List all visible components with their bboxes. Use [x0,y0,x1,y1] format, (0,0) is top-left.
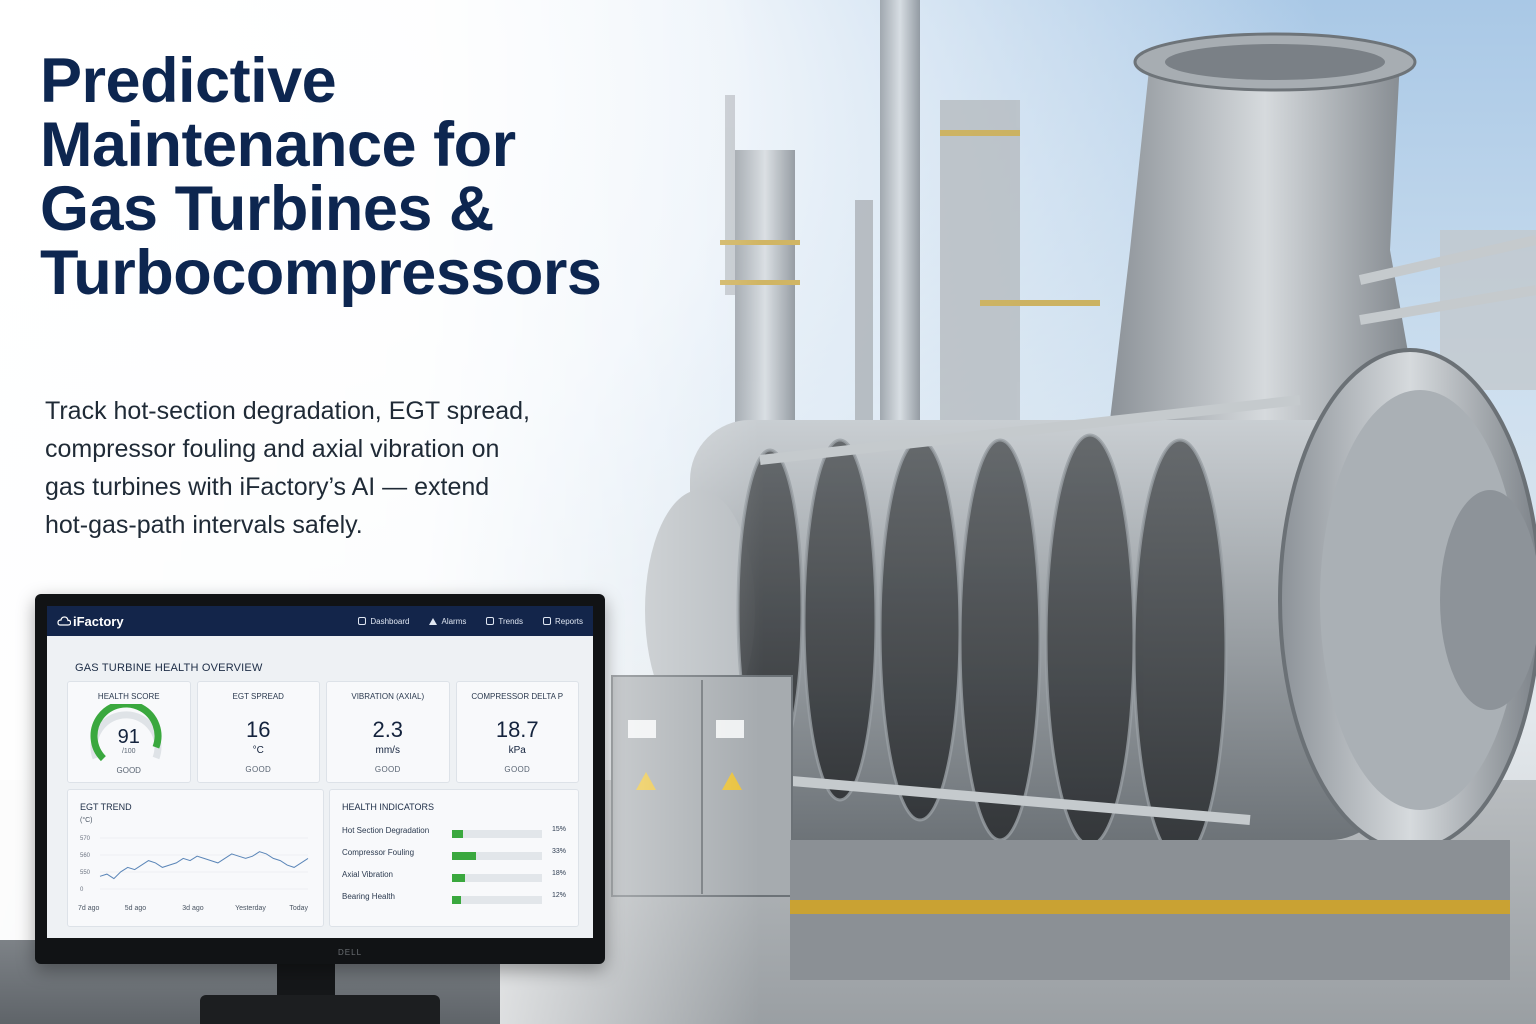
kpi-compressor-delta-p[interactable]: COMPRESSOR DELTA P 18.7 kPa GOOD [455,681,579,783]
health-indicator-track [452,896,542,904]
kpi-label: HEALTH SCORE [97,692,160,701]
kpi-vibration-axial[interactable]: VIBRATION (AXIAL) 2.3 mm/s GOOD [326,681,450,783]
nav-trends[interactable]: Trends [486,617,523,626]
trends-icon [486,617,495,625]
x-tick-label: 7d ago [78,905,100,912]
app-nav: Dashboard Alarms Trends Reports [358,617,583,626]
subtitle-line: hot-gas-path intervals safely. [45,511,363,539]
kpi-label: VIBRATION (AXIAL) [351,692,425,701]
y-tick-label: 570 [80,836,91,842]
alarm-icon [429,617,438,625]
kpi-value: 2.3 [372,717,404,742]
headline-line: Predictive [40,46,337,116]
health-indicator-percent: 15% [552,826,567,833]
nav-dashboard[interactable]: Dashboard [358,617,409,626]
nav-alarms[interactable]: Alarms [429,617,466,626]
section-title: GAS TURBINE HEALTH OVERVIEW [75,662,263,674]
egt-trend-panel[interactable]: EGT TREND (°C) 570 560 550 0 7d ago 5d ago 3d … [67,789,324,927]
health-indicator-row: Hot Section Degradation 15% [342,826,572,840]
health-indicator-row: Bearing Health 12% [342,892,572,906]
kpi-value: 16 [246,717,271,742]
kpi-status: GOOD [504,765,531,774]
nav-label: Trends [498,616,523,626]
health-indicator-track [452,830,542,838]
reports-icon [542,617,551,625]
nav-label: Alarms [441,616,467,626]
kpi-status: GOOD [245,765,272,774]
health-indicator-row: Compressor Fouling 33% [342,848,572,862]
kpi-status: GOOD [374,765,401,774]
health-score-status: GOOD [116,766,141,775]
egt-trend-chart: 570 560 550 0 7d ago 5d ago 3d ago Yesterday Tod… [78,836,309,912]
health-indicator-bar [452,896,461,904]
monitor: iFactory Dashboard Alarms Trends Reports [35,594,605,964]
health-indicator-label: Axial Vibration [342,870,393,879]
health-score-value: 91 [117,726,140,748]
y-tick-label: 0 [80,887,84,893]
health-indicator-bar [452,830,463,838]
x-tick-label: Yesterday [235,905,266,912]
dashboard-icon [358,617,367,625]
x-tick-label: 3d ago [182,905,204,912]
health-indicators-panel[interactable]: HEALTH INDICATORS Hot Section Degradatio… [329,789,579,927]
x-tick-label: 5d ago [125,905,147,912]
panel-title: HEALTH INDICATORS [342,802,435,812]
health-score-max: /100 [121,748,136,755]
kpi-label: COMPRESSOR DELTA P [471,692,564,701]
subtitle-line: gas turbines with iFactory’s AI — extend [45,473,490,501]
health-indicator-percent: 12% [552,892,567,899]
kpi-unit: mm/s [375,745,400,756]
subtitle-line: compressor fouling and axial vibration o… [45,435,500,463]
page-subtitle: Track hot-section degradation, EGT sprea… [45,392,645,544]
monitor-brand-logo: DELL [338,948,363,957]
health-indicator-track [452,852,542,860]
health-indicator-label: Bearing Health [342,892,395,901]
y-tick-label: 560 [80,853,91,859]
cloud-icon [57,616,71,626]
headline-line: Turbocompressors [40,238,602,308]
health-indicator-percent: 18% [552,870,567,877]
nav-reports[interactable]: Reports [542,616,583,626]
subtitle-line: Track hot-section degradation, EGT sprea… [45,397,530,425]
kpi-unit: °C [252,745,264,756]
app-logo[interactable]: iFactory [73,614,124,629]
kpi-value: 18.7 [495,717,539,742]
health-indicator-bar [452,874,465,882]
health-indicator-percent: 33% [552,848,567,855]
app-topbar: iFactory Dashboard Alarms Trends Reports [47,606,593,636]
health-indicator-label: Compressor Fouling [342,848,415,857]
x-tick-label: Today [289,905,308,912]
health-indicator-row: Axial Vibration 18% [342,870,572,884]
kpi-row: HEALTH SCORE 91 /100 GOOD EGT SPREAD 16 … [67,681,579,783]
health-indicator-bar [452,852,476,860]
monitor-stand-base [200,995,440,1024]
kpi-label: EGT SPREAD [232,692,284,701]
headline-line: Gas Turbines & [40,174,494,244]
page-headline: Predictive Maintenance for Gas Turbines … [40,50,740,306]
panel-title: EGT TREND [80,802,132,812]
headline-line: Maintenance for [40,110,516,180]
nav-label: Reports [554,616,583,626]
y-tick-label: 550 [80,870,91,876]
kpi-health-score[interactable]: HEALTH SCORE 91 /100 GOOD [67,681,191,783]
egt-trend-line [99,851,309,880]
kpi-unit: kPa [508,745,526,756]
kpi-egt-spread[interactable]: EGT SPREAD 16 °C GOOD [196,681,320,783]
nav-label: Dashboard [370,616,410,626]
health-indicator-label: Hot Section Degradation [342,826,430,835]
health-indicator-track [452,874,542,882]
monitor-screen: iFactory Dashboard Alarms Trends Reports [47,606,593,938]
